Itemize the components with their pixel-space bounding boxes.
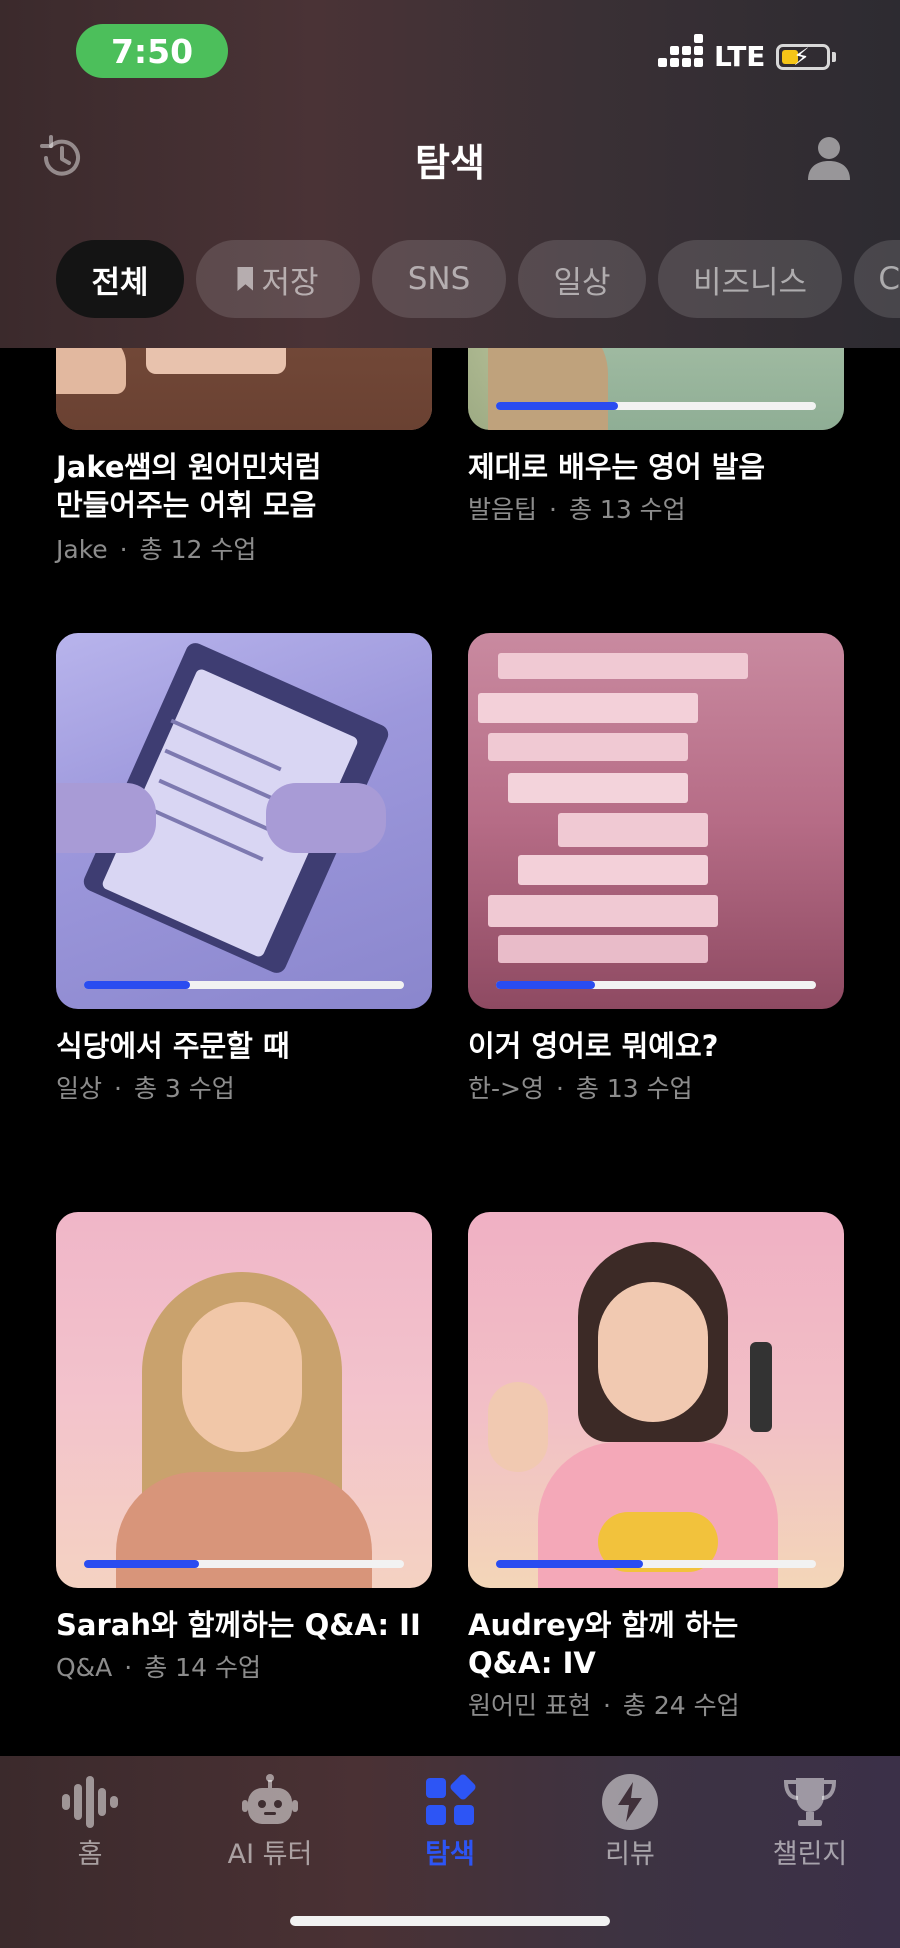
- filter-chip-label: 저장: [261, 264, 319, 301]
- robot-icon: [242, 1774, 298, 1824]
- bookmark-icon: [237, 267, 254, 291]
- course-lesson-count: 총 14 수업: [144, 1653, 261, 1682]
- tab-label: AI 튜터: [227, 1839, 313, 1870]
- course-lesson-count: 총 24 수업: [622, 1691, 740, 1720]
- course-title: Sarah와 함께하는 Q&A: II: [56, 1608, 421, 1642]
- profile-icon[interactable]: [806, 134, 852, 182]
- course-thumbnail: [468, 633, 844, 1009]
- tab-label: 챌린지: [772, 1839, 848, 1870]
- top-header: 7:50 LTE ⚡ 탐색 전체 저장 SNS 일상 비즈니스 C: [0, 0, 900, 348]
- course-meta: Jake · 총 12 수업: [56, 535, 257, 564]
- filter-chip-label: 일상: [553, 264, 611, 301]
- trophy-icon: [783, 1778, 837, 1826]
- tab-challenge[interactable]: 챌린지: [720, 1756, 900, 1886]
- course-progress-fill: [84, 1560, 200, 1568]
- filter-chip-label: SNS: [407, 261, 471, 297]
- page-title: 탐색: [415, 141, 485, 185]
- course-lesson-count: 총 13 수업: [575, 1074, 693, 1103]
- course-progress-fill: [496, 981, 596, 989]
- course-category: 일상: [56, 1074, 103, 1103]
- course-category: 발음팁: [468, 495, 538, 524]
- course-progress-bar: [496, 402, 816, 410]
- course-category: 원어민 표현: [468, 1691, 591, 1720]
- battery-cap: [832, 52, 836, 62]
- course-meta: 원어민 표현 · 총 24 수업: [468, 1691, 740, 1720]
- category-filter-bar: 전체 저장 SNS 일상 비즈니스 C: [56, 240, 900, 318]
- filter-chip-label: C: [878, 261, 900, 297]
- waveform-icon: [62, 1776, 118, 1828]
- course-lesson-count: 총 3 수업: [133, 1074, 235, 1103]
- filter-chip-all[interactable]: 전체: [56, 240, 184, 318]
- course-progress-bar: [84, 1560, 404, 1568]
- filter-chip-label: 비즈니스: [692, 264, 808, 301]
- course-progress-fill: [496, 402, 618, 410]
- course-title: Audrey와 함께 하는 Q&A: IV: [468, 1608, 739, 1680]
- course-title: 식당에서 주문할 때: [56, 1029, 290, 1063]
- tab-label: 탐색: [425, 1839, 475, 1870]
- course-lesson-count: 총 13 수업: [568, 495, 686, 524]
- network-label: LTE: [714, 40, 766, 73]
- course-thumbnail: [56, 633, 432, 1009]
- course-category: Jake: [56, 535, 108, 564]
- course-progress-bar: [84, 981, 404, 989]
- course-thumbnail: [56, 1212, 432, 1588]
- course-category: Q&A: [56, 1653, 113, 1682]
- tab-explore[interactable]: 탐색: [360, 1756, 540, 1886]
- filter-chip-more[interactable]: C: [854, 240, 900, 318]
- course-category: 한->영: [468, 1074, 544, 1103]
- filter-chip-daily[interactable]: 일상: [518, 240, 646, 318]
- tab-label: 리뷰: [605, 1839, 655, 1870]
- course-progress-bar: [496, 981, 816, 989]
- lightning-icon: [602, 1774, 658, 1830]
- course-meta: 한->영 · 총 13 수업: [468, 1074, 693, 1103]
- tab-review[interactable]: 리뷰: [540, 1756, 720, 1886]
- course-thumbnail: [468, 1212, 844, 1588]
- course-title: 이거 영어로 뭐예요?: [468, 1029, 719, 1063]
- course-lesson-count: 총 12 수업: [139, 535, 257, 564]
- tab-ai-tutor[interactable]: AI 튜터: [180, 1756, 360, 1886]
- course-title: Jake쌤의 원어민처럼 만들어주는 어휘 모음: [56, 450, 322, 522]
- filter-chip-saved[interactable]: 저장: [196, 240, 360, 318]
- course-meta: 발음팁 · 총 13 수업: [468, 495, 686, 524]
- battery-charging-icon: ⚡: [776, 43, 830, 71]
- tab-home[interactable]: 홈: [0, 1756, 180, 1886]
- home-indicator: [290, 1916, 610, 1926]
- course-progress-fill: [84, 981, 190, 989]
- course-meta: 일상 · 총 3 수업: [56, 1074, 235, 1103]
- explore-grid-icon: [426, 1774, 476, 1825]
- filter-chip-label: 전체: [91, 264, 149, 301]
- course-title: 제대로 배우는 영어 발음: [468, 450, 766, 484]
- course-meta: Q&A · 총 14 수업: [56, 1653, 261, 1682]
- tab-label: 홈: [77, 1839, 103, 1870]
- explore-screen: Jake쌤의 원어민처럼 만들어주는 어휘 모음 Jake · 총 12 수업 제대…: [0, 0, 900, 1948]
- course-progress-bar: [496, 1560, 816, 1568]
- course-progress-fill: [496, 1560, 644, 1568]
- filter-chip-sns[interactable]: SNS: [372, 240, 506, 318]
- filter-chip-business[interactable]: 비즈니스: [658, 240, 842, 318]
- status-time: 7:50: [76, 24, 228, 78]
